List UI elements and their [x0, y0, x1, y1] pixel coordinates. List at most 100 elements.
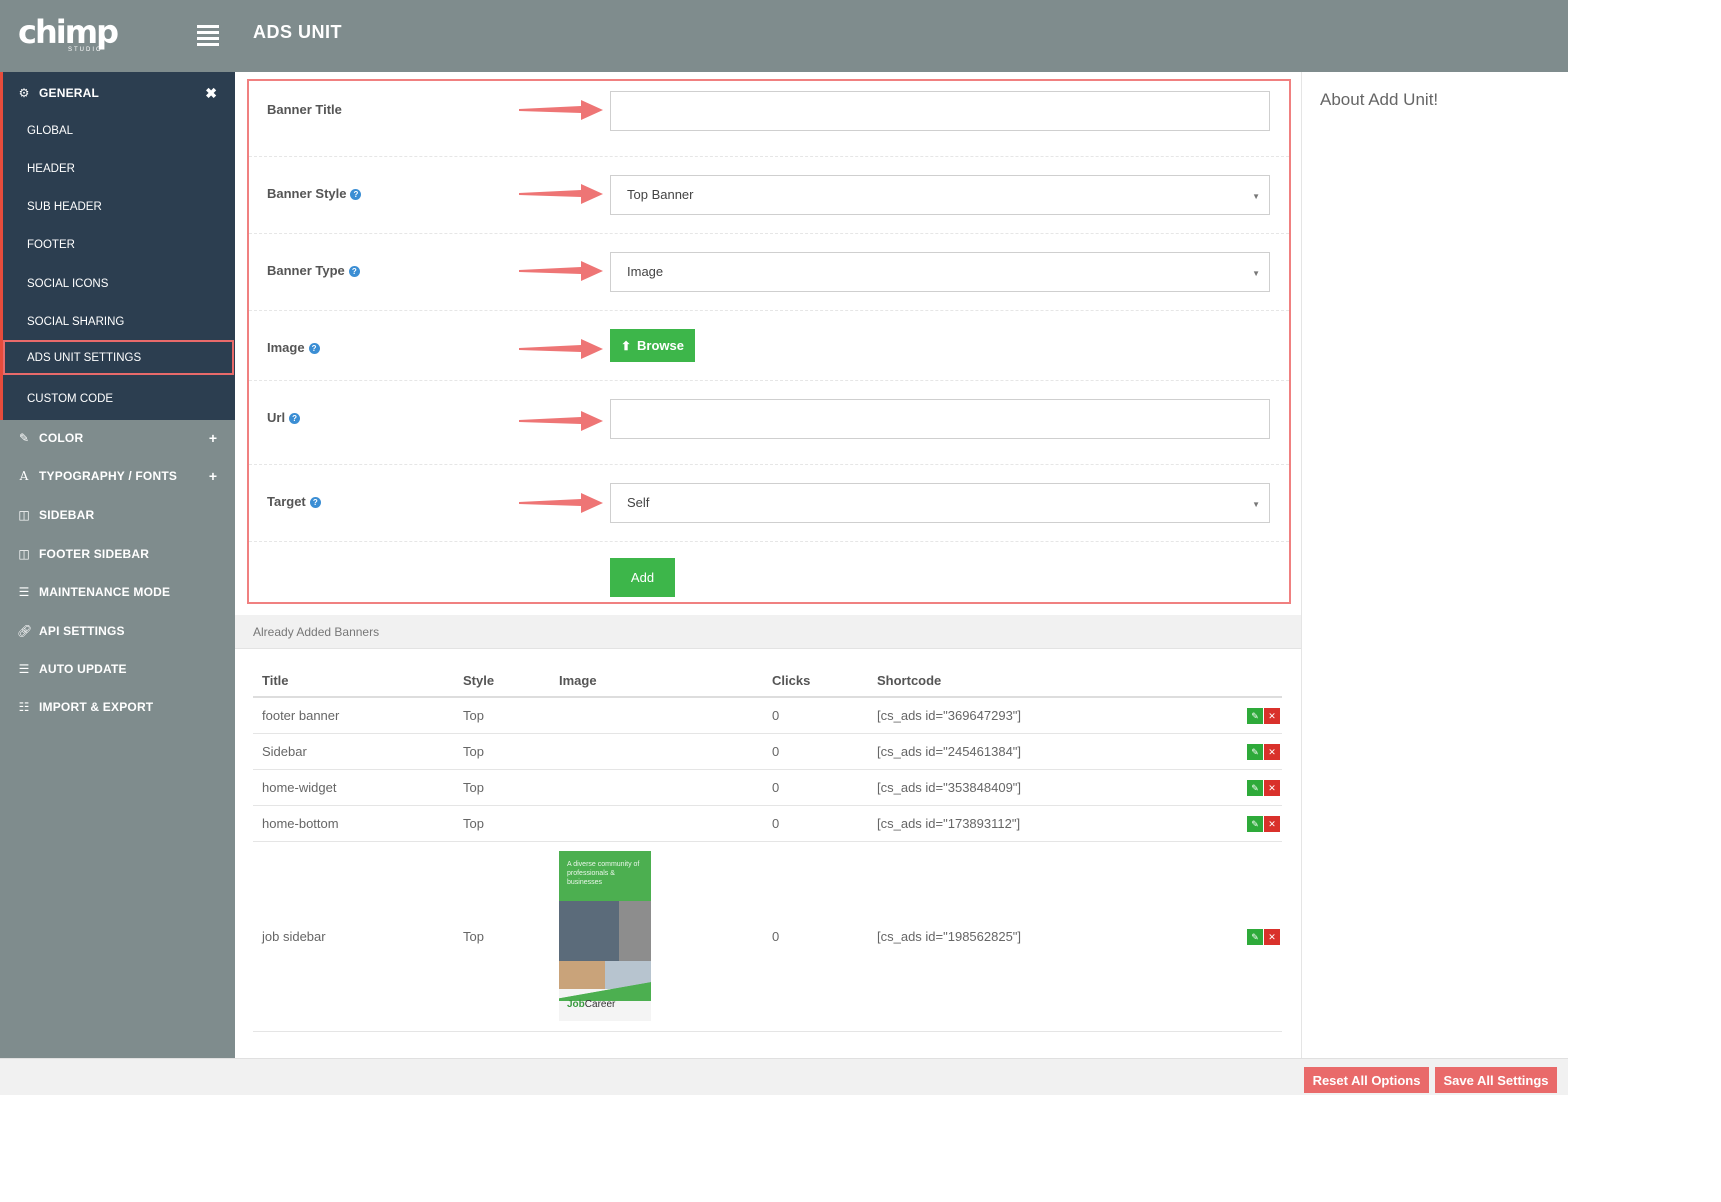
about-panel: About Add Unit!: [1301, 72, 1568, 1058]
banner-type-select[interactable]: Image ▼: [610, 252, 1270, 292]
edit-icon[interactable]: ✎: [1247, 779, 1263, 796]
sidebar-item-sub-header[interactable]: SUB HEADER: [3, 188, 235, 226]
logo[interactable]: chimp STUDIO: [18, 14, 128, 56]
help-icon[interactable]: ?: [348, 266, 360, 277]
chevron-down-icon: ▼: [1252, 269, 1260, 278]
sidebar-item-header[interactable]: HEADER: [3, 150, 235, 188]
cell-actions: ✎ ✕: [1185, 697, 1282, 734]
sidebar-item-label: SOCIAL ICONS: [27, 278, 109, 290]
url-label: Url?: [267, 410, 301, 425]
cell-title: footer banner: [253, 697, 454, 734]
chevron-down-icon: ▼: [1252, 500, 1260, 509]
sidebar-item-label: HEADER: [27, 163, 75, 175]
sidebar-item-social-sharing[interactable]: SOCIAL SHARING: [3, 303, 235, 341]
edit-icon[interactable]: ✎: [1247, 743, 1263, 760]
cell-style: Top: [454, 769, 550, 806]
sidebar-item-color[interactable]: ✎ COLOR +: [0, 419, 235, 457]
sidebar-item-typography[interactable]: A TYPOGRAPHY / FONTS +: [0, 457, 235, 495]
cell-actions: ✎ ✕: [1185, 733, 1282, 770]
cell-title: Sidebar: [253, 733, 454, 770]
sidebar-item-ads-unit-settings[interactable]: ADS UNIT SETTINGS: [3, 340, 234, 375]
cell-image: [550, 805, 763, 842]
help-icon[interactable]: ?: [289, 413, 301, 424]
chevron-down-icon: ▼: [1252, 192, 1260, 201]
cell-clicks: 0: [763, 805, 868, 842]
thumbnail-wedge: [559, 979, 651, 1001]
cell-shortcode: [cs_ads id="198562825"]: [868, 841, 1185, 1032]
cell-style: Top: [454, 697, 550, 734]
list-icon: ☰: [18, 585, 30, 599]
image-label: Image?: [267, 340, 320, 355]
sidebar-item-footer[interactable]: FOOTER: [3, 226, 235, 264]
sidebar-item-label: CUSTOM CODE: [27, 393, 114, 405]
form-row-image: Image? ⬆ Browse: [249, 311, 1289, 381]
banner-title-input[interactable]: [610, 91, 1270, 131]
url-label-text: Url: [267, 410, 286, 425]
target-select[interactable]: Self ▼: [610, 483, 1270, 523]
sidebar-item-import-export[interactable]: ☷ IMPORT & EXPORT: [0, 688, 235, 726]
sidebar-item-sidebar[interactable]: ◫ SIDEBAR: [0, 496, 235, 534]
cell-image: A diverse community of professionals & b…: [550, 841, 763, 1032]
reset-all-options-button[interactable]: Reset All Options: [1304, 1067, 1429, 1093]
cell-shortcode: [cs_ads id="245461384"]: [868, 733, 1185, 770]
sidebar-item-social-icons[interactable]: SOCIAL ICONS: [3, 265, 235, 303]
delete-icon[interactable]: ✕: [1264, 707, 1280, 724]
sidebar-item-auto-update[interactable]: ☰ AUTO UPDATE: [0, 650, 235, 688]
delete-icon[interactable]: ✕: [1264, 779, 1280, 796]
target-label-text: Target: [267, 494, 306, 509]
url-input[interactable]: [610, 399, 1270, 439]
column-header-clicks: Clicks: [763, 664, 868, 698]
edit-icon[interactable]: ✎: [1247, 707, 1263, 724]
browse-button[interactable]: ⬆ Browse: [610, 329, 695, 362]
edit-icon[interactable]: ✎: [1247, 928, 1263, 945]
expand-icon[interactable]: +: [209, 430, 217, 446]
cell-shortcode: [cs_ads id="369647293"]: [868, 697, 1185, 734]
banner-type-value: Image: [627, 264, 664, 279]
banner-style-label-text: Banner Style: [267, 186, 347, 201]
sidebar: ⚙ GENERAL ✖ GLOBAL HEADER SUB HEADER FOO…: [0, 72, 235, 1058]
columns-icon: ◫: [18, 547, 30, 561]
expand-icon[interactable]: +: [209, 468, 217, 484]
help-icon[interactable]: ?: [308, 343, 320, 354]
hamburger-menu-icon[interactable]: [197, 25, 219, 46]
sidebar-item-label: TYPOGRAPHY / FONTS: [39, 469, 178, 483]
cell-actions: ✎ ✕: [1185, 805, 1282, 842]
table-header-row: Title Style Image Clicks Shortcode: [253, 664, 1282, 698]
sidebar-item-label: MAINTENANCE MODE: [39, 585, 171, 599]
sidebar-item-footer-sidebar[interactable]: ◫ FOOTER SIDEBAR: [0, 535, 235, 573]
font-icon: A: [19, 469, 29, 483]
save-all-settings-button[interactable]: Save All Settings: [1435, 1067, 1557, 1093]
sidebar-item-label: AUTO UPDATE: [39, 662, 127, 676]
form-row-url: Url?: [249, 381, 1289, 465]
delete-icon[interactable]: ✕: [1264, 743, 1280, 760]
logo-text: chimp: [18, 13, 119, 51]
arrow-icon: [519, 411, 603, 431]
sidebar-item-custom-code[interactable]: CUSTOM CODE: [3, 380, 235, 418]
add-button[interactable]: Add: [610, 558, 675, 597]
target-label: Target?: [267, 494, 321, 509]
thumbnail-photo: [559, 901, 619, 961]
banner-style-select[interactable]: Top Banner ▼: [610, 175, 1270, 215]
sidebar-item-general[interactable]: ⚙ GENERAL ✖: [0, 74, 235, 112]
ad-unit-form: Banner Title Banner Style? Top Banner ▼ B…: [247, 79, 1291, 604]
cell-actions: ✎ ✕: [1185, 769, 1282, 806]
cell-clicks: 0: [763, 697, 868, 734]
gear-icon: ⚙: [18, 86, 30, 100]
cell-clicks: 0: [763, 769, 868, 806]
sidebar-item-maintenance-mode[interactable]: ☰ MAINTENANCE MODE: [0, 573, 235, 611]
collapse-icon[interactable]: ✖: [205, 85, 217, 102]
sidebar-item-api-settings[interactable]: 🔗︎ API SETTINGS: [0, 612, 235, 650]
edit-icon[interactable]: ✎: [1247, 815, 1263, 832]
help-icon[interactable]: ?: [309, 497, 321, 508]
sidebar-item-label: FOOTER SIDEBAR: [39, 547, 150, 561]
sidebar-item-global[interactable]: GLOBAL: [3, 112, 235, 150]
sidebar-item-label: SOCIAL SHARING: [27, 316, 125, 328]
form-row-banner-title: Banner Title: [249, 81, 1289, 157]
delete-icon[interactable]: ✕: [1264, 928, 1280, 945]
help-icon[interactable]: ?: [350, 189, 362, 200]
delete-icon[interactable]: ✕: [1264, 815, 1280, 832]
cell-actions: ✎ ✕: [1185, 841, 1282, 1032]
sidebar-item-label: ADS UNIT SETTINGS: [27, 351, 142, 364]
cell-clicks: 0: [763, 841, 868, 1032]
sidebar-item-label: FOOTER: [27, 239, 75, 251]
